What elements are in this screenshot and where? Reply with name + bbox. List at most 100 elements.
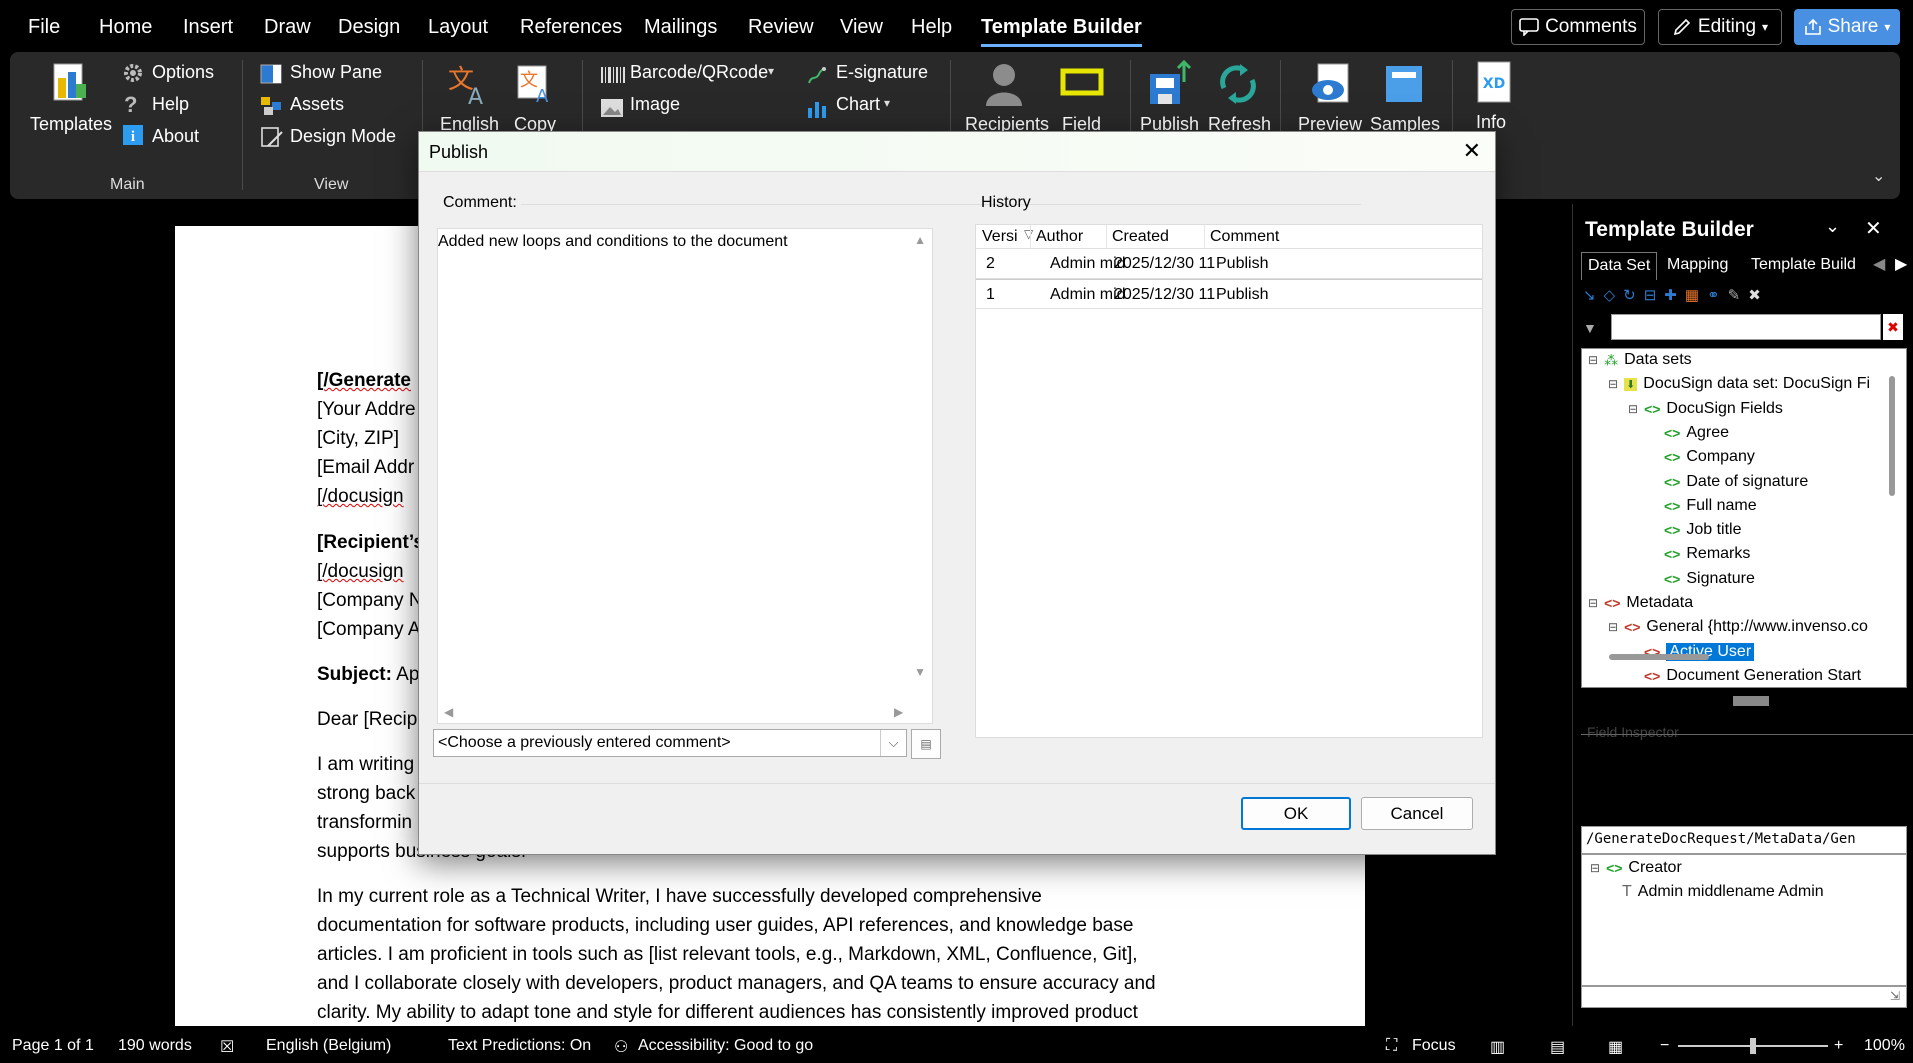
tree-node[interactable]: <> Company: [1648, 448, 1755, 466]
print-layout-icon[interactable]: ▤: [1550, 1037, 1565, 1057]
col-author[interactable]: Author: [1036, 228, 1106, 246]
inspector-value-node[interactable]: T Admin middlename Admin: [1622, 883, 1824, 901]
menu-layout[interactable]: Layout: [428, 16, 488, 39]
options-button[interactable]: Options: [152, 62, 214, 83]
splitter-handle[interactable]: [1733, 696, 1769, 706]
tree-node[interactable]: <> Remarks: [1648, 545, 1750, 563]
filter-input[interactable]: [1611, 314, 1881, 340]
col-comment[interactable]: Comment: [1210, 228, 1310, 246]
add-dataset-icon[interactable]: ✚: [1664, 286, 1677, 308]
tree-node[interactable]: <> Signature: [1648, 570, 1755, 588]
menu-references[interactable]: References: [520, 16, 622, 39]
pane-options-chevron-icon[interactable]: ⌄: [1825, 216, 1840, 237]
tab-data-set[interactable]: Data Set: [1581, 252, 1658, 280]
tree-node[interactable]: <> Full name: [1648, 497, 1757, 515]
esignature-button[interactable]: E-signature: [836, 62, 928, 83]
menu-file[interactable]: File: [28, 16, 60, 39]
read-mode-icon[interactable]: ▥: [1490, 1037, 1505, 1057]
close-icon[interactable]: ✕: [1463, 138, 1481, 164]
ribbon-collapse-icon[interactable]: ⌄: [1872, 166, 1885, 186]
menu-template-builder[interactable]: Template Builder: [981, 16, 1142, 47]
pane-splitter[interactable]: [1581, 692, 1913, 710]
inspector-path[interactable]: /GenerateDocRequest/MetaData/Gen: [1581, 826, 1907, 854]
zoom-slider-thumb[interactable]: [1750, 1038, 1756, 1054]
tree-scrollbar-h[interactable]: [1609, 654, 1709, 660]
scroll-up-icon[interactable]: ▲: [914, 233, 926, 247]
col-version[interactable]: Versi: [982, 228, 1022, 246]
insert-arrow-icon[interactable]: ↘: [1583, 286, 1596, 308]
resize-grip-icon[interactable]: ⇲: [1890, 989, 1900, 1003]
col-created[interactable]: Created: [1112, 228, 1202, 246]
menu-help[interactable]: Help: [911, 16, 952, 39]
menu-draw[interactable]: Draw: [264, 16, 311, 39]
tree-node[interactable]: ⊟ ⁂ Data sets: [1588, 351, 1692, 369]
ok-button[interactable]: OK: [1241, 797, 1351, 830]
menu-design[interactable]: Design: [338, 16, 400, 39]
cancel-button[interactable]: Cancel: [1361, 797, 1473, 830]
collapse-node-icon[interactable]: ⊟: [1588, 353, 1598, 367]
show-pane-button[interactable]: Show Pane: [290, 62, 382, 83]
inspector-creator-node[interactable]: ⊟ <> Creator: [1590, 859, 1682, 877]
link-icon[interactable]: ⚭: [1707, 286, 1720, 308]
edit-icon[interactable]: ✎: [1728, 286, 1741, 308]
tab-scroll-left-icon[interactable]: ◀: [1873, 254, 1885, 274]
scroll-right-icon[interactable]: ▶: [894, 705, 903, 719]
focus-button[interactable]: Focus: [1412, 1037, 1456, 1055]
pane-close-icon[interactable]: ✕: [1865, 216, 1882, 241]
design-mode-button[interactable]: Design Mode: [290, 126, 396, 147]
scroll-left-icon[interactable]: ◀: [444, 705, 453, 719]
menu-review[interactable]: Review: [748, 16, 814, 39]
chart-button[interactable]: Chart: [836, 94, 880, 115]
chevron-down-icon[interactable]: ⌵: [880, 730, 906, 756]
zoom-out-icon[interactable]: −: [1660, 1037, 1669, 1055]
share-button[interactable]: Share ▾: [1794, 9, 1900, 45]
history-row[interactable]: 1 Admin mid 2025/12/30 11 Publish: [976, 279, 1482, 309]
text-predictions[interactable]: Text Predictions: On: [448, 1037, 591, 1055]
tab-mapping[interactable]: Mapping: [1667, 256, 1728, 274]
zoom-level[interactable]: 100%: [1864, 1037, 1905, 1055]
sort-icon[interactable]: ▽: [1024, 227, 1033, 241]
tree-node[interactable]: <> Agree: [1648, 424, 1729, 442]
tree-scrollbar-v[interactable]: [1889, 376, 1895, 496]
assets-button[interactable]: Assets: [290, 94, 344, 115]
condition-icon[interactable]: ◇: [1604, 286, 1616, 308]
tab-template-build[interactable]: Template Build: [1751, 256, 1869, 274]
image-button[interactable]: Image: [630, 94, 680, 115]
accessibility-status[interactable]: Accessibility: Good to go: [638, 1037, 813, 1055]
collapse-node-icon[interactable]: ⊟: [1608, 377, 1618, 391]
tab-scroll-right-icon[interactable]: ▶: [1895, 254, 1907, 274]
proofing-icon[interactable]: ☒: [220, 1037, 234, 1057]
delete-icon[interactable]: ✖: [1748, 286, 1761, 308]
refresh-icon[interactable]: ↻: [1623, 286, 1636, 308]
tree-node[interactable]: <> Job title: [1648, 521, 1742, 539]
manage-comments-icon[interactable]: ▤: [911, 729, 941, 759]
tree-node[interactable]: ⊟ <> DocuSign Fields: [1628, 400, 1783, 418]
barcode-button[interactable]: Barcode/QRcode: [630, 62, 768, 83]
collapse-icon[interactable]: ⊟: [1644, 286, 1657, 308]
zoom-in-icon[interactable]: +: [1834, 1037, 1843, 1055]
comments-button[interactable]: Comments: [1511, 9, 1645, 45]
web-layout-icon[interactable]: ▦: [1608, 1037, 1623, 1057]
zoom-slider[interactable]: [1678, 1038, 1828, 1054]
collapse-node-icon[interactable]: ⊟: [1588, 596, 1598, 610]
menu-mailings[interactable]: Mailings: [644, 16, 717, 39]
tree-node[interactable]: <> Document Generation Start: [1628, 667, 1861, 685]
tree-node[interactable]: ⊟ <> General {http://www.invenso.co: [1608, 618, 1868, 636]
previous-comment-combo[interactable]: <Choose a previously entered comment> ⌵: [433, 729, 907, 757]
info-button[interactable]: Info: [1476, 112, 1506, 133]
history-row[interactable]: 2 Admin mid 2025/12/30 11 Publish: [976, 249, 1482, 279]
help-button[interactable]: Help: [152, 94, 189, 115]
table-icon[interactable]: ▦: [1685, 286, 1699, 308]
language-indicator[interactable]: English (Belgium): [266, 1037, 391, 1055]
tree-node[interactable]: <> Date of signature: [1648, 473, 1808, 491]
tree-node[interactable]: ⊟ <> Metadata: [1588, 594, 1693, 612]
clear-filter-icon[interactable]: ✖: [1883, 314, 1903, 340]
menu-insert[interactable]: Insert: [183, 16, 233, 39]
page-indicator[interactable]: Page 1 of 1: [12, 1037, 94, 1055]
collapse-node-icon[interactable]: ⊟: [1608, 620, 1618, 634]
editing-button[interactable]: Editing ▾: [1658, 9, 1782, 45]
menu-view[interactable]: View: [840, 16, 883, 39]
menu-home[interactable]: Home: [99, 16, 152, 39]
collapse-node-icon[interactable]: ⊟: [1628, 402, 1638, 416]
tree-node[interactable]: ⊟ ⬇ DocuSign data set: DocuSign Fi: [1608, 375, 1870, 393]
